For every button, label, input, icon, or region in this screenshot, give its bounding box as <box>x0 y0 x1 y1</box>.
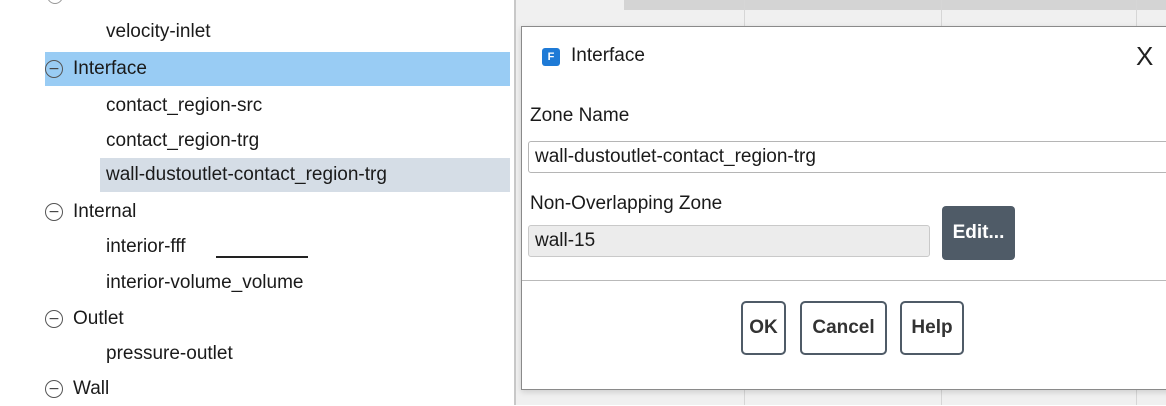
tree-group-interface[interactable]: − Interface <box>45 52 510 86</box>
dialog-divider <box>522 280 1166 281</box>
tree-group-outlet[interactable]: − Outlet <box>45 302 130 336</box>
tree-item-pressure-outlet[interactable]: pressure-outlet <box>100 337 239 371</box>
ok-button[interactable]: OK <box>741 301 786 355</box>
zone-name-input[interactable]: wall-dustoutlet-contact_region-trg <box>528 141 1166 173</box>
tree-group-wall[interactable]: − Wall <box>45 372 115 406</box>
tree-group-label: Interface <box>73 58 147 79</box>
collapse-icon[interactable]: − <box>45 380 63 398</box>
tree-item-label: pressure-outlet <box>106 343 233 364</box>
interface-dialog: F Interface X Zone Name wall-dustoutlet-… <box>521 26 1166 390</box>
collapse-icon[interactable]: − <box>45 310 63 328</box>
tree-item-interior-volume-volume[interactable]: interior-volume_volume <box>100 266 309 300</box>
fluent-app-icon: F <box>542 48 560 66</box>
tree-item-label: wall-dustoutlet-contact_region-trg <box>106 164 387 185</box>
tree-item-label: contact_region-trg <box>106 130 260 151</box>
cancel-button[interactable]: Cancel <box>800 301 887 355</box>
boundary-tree-panel: velocity-inlet − Interface contact_regio… <box>0 0 514 405</box>
non-overlapping-zone-label: Non-Overlapping Zone <box>530 193 723 214</box>
tree-group-label: Wall <box>73 378 110 399</box>
tree-group-internal[interactable]: − Internal <box>45 195 142 229</box>
tree-item-velocity-inlet[interactable]: velocity-inlet <box>100 15 217 49</box>
tree-group-label: Internal <box>73 201 137 222</box>
tree-item-label: interior-volume_volume <box>106 272 304 293</box>
collapse-icon[interactable]: − <box>45 60 63 78</box>
canvas-header-strip <box>624 0 1166 10</box>
dialog-titlebar[interactable]: F Interface X <box>522 27 1166 87</box>
collapse-icon[interactable]: − <box>45 203 63 221</box>
help-button[interactable]: Help <box>900 301 964 355</box>
tree-item-wall-dustoutlet-contact-region-trg[interactable]: wall-dustoutlet-contact_region-trg <box>100 158 510 192</box>
tree-item-label: velocity-inlet <box>106 21 211 42</box>
tree-item-contact-region-trg[interactable]: contact_region-trg <box>100 124 265 158</box>
collapse-icon[interactable] <box>47 0 63 4</box>
tree-group-label: Outlet <box>73 308 124 329</box>
dialog-title: Interface <box>571 45 645 66</box>
close-button[interactable]: X <box>1136 41 1153 72</box>
edit-button[interactable]: Edit... <box>942 206 1015 260</box>
tree-item-label: contact_region-src <box>106 95 263 116</box>
underline-mark <box>216 256 308 258</box>
tree-item-interior-fff[interactable]: interior-fff <box>100 230 192 264</box>
zone-name-label: Zone Name <box>530 105 630 126</box>
tree-item-label: interior-fff <box>106 236 186 257</box>
tree-item-contact-region-src[interactable]: contact_region-src <box>100 89 268 123</box>
non-overlapping-zone-field: wall-15 <box>528 225 930 257</box>
